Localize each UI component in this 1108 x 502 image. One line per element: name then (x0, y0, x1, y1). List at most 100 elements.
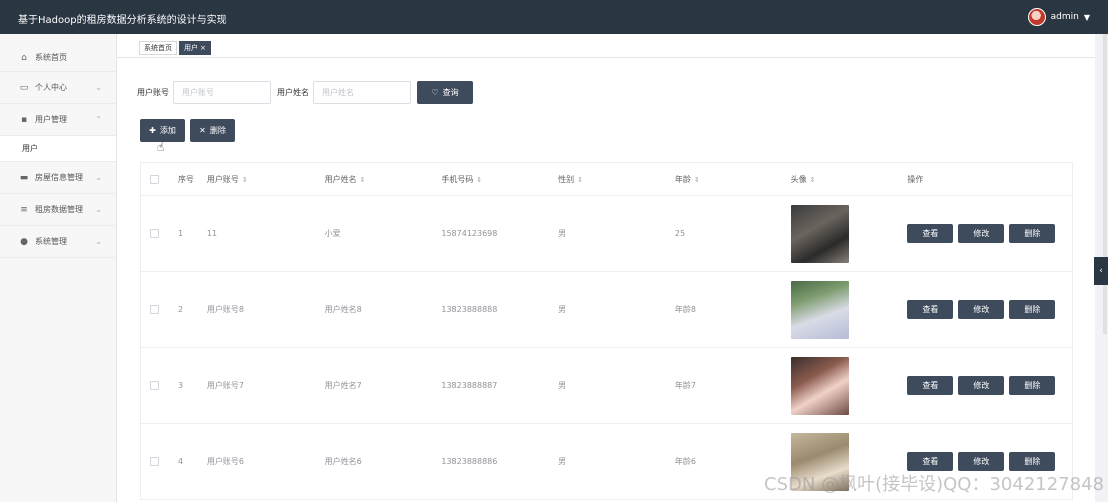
sidebar-item-user-management[interactable]: ▪ 用户管理 ⌃ (0, 104, 116, 136)
sidebar-item-label: 租房数据管理 (35, 205, 83, 214)
account-search-input[interactable] (173, 81, 271, 104)
table-header: 序号 用户账号 ⇕ 用户姓名 ⇕ 手机号码 ⇕ 性别 ⇕ 年龄 ⇕ 头像 ⇕ 操作 (141, 163, 1072, 196)
column-header[interactable]: 手机号码 ⇕ (441, 174, 558, 185)
watermark: CSDN @枫叶(接毕设)QQ：3042127848 (764, 474, 1104, 495)
column-header[interactable]: 头像 ⇕ (791, 174, 908, 185)
user-table: 序号 用户账号 ⇕ 用户姓名 ⇕ 手机号码 ⇕ 性别 ⇕ 年龄 ⇕ 头像 ⇕ 操作 1 11… (140, 162, 1073, 500)
column-header[interactable]: 性别 ⇕ (558, 174, 675, 185)
sidebar-item-home[interactable]: ⌂ 系统首页 (0, 34, 116, 72)
row-checkbox[interactable] (150, 229, 159, 238)
row-checkbox[interactable] (150, 457, 159, 466)
cell-age: 年龄7 (674, 381, 696, 390)
avatar-photo[interactable] (790, 204, 849, 263)
close-icon: ✕ (199, 126, 206, 135)
view-button[interactable]: 查看 (907, 376, 954, 395)
search-form: 用户账号 用户姓名 ♡ 查询 (137, 81, 473, 104)
column-header: 序号 (177, 174, 194, 184)
cell-phone: 13823888888 (441, 305, 498, 314)
chevron-up-icon: ⌃ (95, 115, 102, 124)
sort-icon: ⇕ (359, 175, 366, 184)
chevron-down-icon: ⌄ (95, 83, 102, 92)
avatar[interactable] (1027, 8, 1046, 26)
user-menu[interactable]: admin ▼ (1027, 8, 1090, 26)
select-all-checkbox[interactable] (150, 174, 159, 184)
chevron-down-icon: ⌄ (95, 237, 102, 246)
column-header[interactable]: 年龄 ⇕ (675, 174, 791, 185)
chevron-down-icon: ⌄ (95, 173, 102, 182)
top-bar: 基于Hadoop的租房数据分析系统的设计与实现 admin ▼ (0, 0, 1108, 34)
delete-row-button[interactable]: 删除 (1009, 300, 1056, 319)
tab-users[interactable]: 用户 × (179, 41, 211, 55)
sidebar: ⌂ 系统首页 ▭ 个人中心 ⌄ ▪ 用户管理 ⌃ 用户 ▬ 房屋信息管理 ⌄ ≡… (0, 34, 117, 502)
avatar-photo[interactable] (790, 356, 849, 415)
username[interactable]: admin (1051, 12, 1079, 22)
view-button[interactable]: 查看 (907, 300, 954, 319)
page-scrollbar[interactable] (1103, 34, 1107, 334)
grid-icon: ▪ (20, 114, 28, 125)
cell-sex: 男 (558, 305, 567, 314)
sidebar-item-system[interactable]: ● 系统管理 ⌄ (0, 226, 116, 258)
sidebar-item-label: 房屋信息管理 (35, 173, 83, 182)
table-row: 1 11 小爱 15874123698 男 25 查看 修改 删除 (141, 196, 1072, 272)
cell-no: 3 (177, 381, 184, 390)
row-checkbox[interactable] (150, 305, 159, 314)
cell-name: 用户姓名6 (324, 457, 362, 466)
search-button[interactable]: ♡ 查询 (417, 81, 473, 104)
cell-account: 用户账号7 (206, 381, 244, 390)
view-button[interactable]: 查看 (907, 452, 954, 471)
sort-icon: ⇕ (241, 175, 248, 184)
view-button[interactable]: 查看 (907, 224, 954, 243)
main-content: 系统首页 用户× 用户账号 用户姓名 ♡ 查询 ✚ 添加 ✕ 删除 ☝ 序号 用… (117, 34, 1095, 502)
name-search-input[interactable] (313, 81, 411, 104)
edit-button[interactable]: 修改 (958, 300, 1005, 319)
cell-account: 用户账号6 (206, 457, 244, 466)
cell-phone: 13823888886 (441, 457, 498, 466)
avatar-photo[interactable] (790, 280, 849, 339)
edit-button[interactable]: 修改 (958, 376, 1005, 395)
sidebar-item-label: 用户 (22, 144, 38, 153)
cell-age: 年龄6 (674, 457, 696, 466)
cell-age: 年龄8 (674, 305, 696, 314)
location-icon: ● (20, 236, 28, 247)
sort-icon: ⇕ (809, 175, 816, 184)
column-header[interactable]: 用户姓名 ⇕ (325, 174, 442, 185)
column-header[interactable]: 用户账号 ⇕ (207, 174, 325, 185)
cell-sex: 男 (558, 229, 567, 238)
sidebar-item-label: 系统管理 (35, 237, 67, 246)
cell-sex: 男 (558, 381, 567, 390)
delete-row-button[interactable]: 删除 (1009, 452, 1056, 471)
sidebar-item-label: 用户管理 (35, 115, 67, 124)
cell-name: 用户姓名8 (324, 305, 362, 314)
row-checkbox[interactable] (150, 381, 159, 390)
account-label: 用户账号 (137, 88, 169, 97)
caret-down-icon[interactable]: ▼ (1084, 13, 1090, 22)
cell-phone: 13823888887 (441, 381, 498, 390)
close-icon[interactable]: × (200, 44, 206, 52)
column-header: 操作 (907, 174, 924, 184)
edit-button[interactable]: 修改 (958, 452, 1005, 471)
cell-sex: 男 (558, 457, 567, 466)
profile-icon: ▭ (19, 82, 29, 93)
cell-no: 2 (177, 305, 184, 314)
home-icon: ⌂ (21, 52, 27, 63)
edit-button[interactable]: 修改 (958, 224, 1005, 243)
sort-icon: ⇕ (476, 175, 483, 184)
sidebar-item-house-info[interactable]: ▬ 房屋信息管理 ⌄ (0, 162, 116, 194)
hand-cursor-icon: ☝ (157, 140, 165, 154)
sidebar-item-users[interactable]: 用户 (0, 136, 116, 162)
table-row: 3 用户账号7 用户姓名7 13823888887 男 年龄7 查看 修改 删除 (141, 348, 1072, 424)
delete-row-button[interactable]: 删除 (1009, 376, 1056, 395)
delete-row-button[interactable]: 删除 (1009, 224, 1056, 243)
heart-icon: ♡ (431, 88, 439, 97)
sidebar-item-rental-data[interactable]: ≡ 租房数据管理 ⌄ (0, 194, 116, 226)
sidebar-item-label: 系统首页 (35, 53, 67, 62)
sidebar-item-profile[interactable]: ▭ 个人中心 ⌄ (0, 72, 116, 104)
cell-age: 25 (674, 229, 686, 238)
add-button[interactable]: ✚ 添加 (140, 119, 185, 142)
delete-button[interactable]: ✕ 删除 (190, 119, 235, 142)
cell-no: 1 (177, 229, 184, 238)
collapse-panel-handle[interactable]: ‹ (1094, 257, 1108, 285)
cell-name: 小爱 (324, 229, 341, 238)
sidebar-item-label: 个人中心 (35, 83, 67, 92)
tab-home[interactable]: 系统首页 (139, 41, 177, 55)
